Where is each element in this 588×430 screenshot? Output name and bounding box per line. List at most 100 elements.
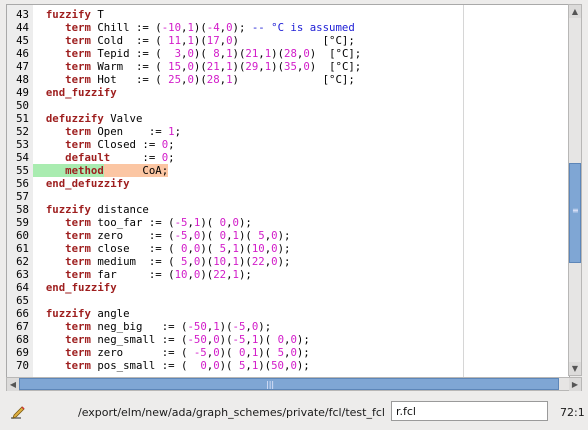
number-literal: 10: [251, 242, 265, 255]
keyword: term: [33, 320, 91, 333]
code-text: term medium := ( 5,0)(10,1)(22,0);: [33, 255, 290, 268]
code-token: ;: [174, 125, 182, 138]
code-token: Open :=: [90, 125, 169, 138]
line-number: 46: [16, 47, 29, 60]
code-token: ) [°C];: [232, 73, 355, 86]
line-number: 51: [16, 112, 29, 125]
code-token: )(: [238, 242, 252, 255]
keyword: term: [33, 73, 91, 86]
status-bar: /export/elm/new/ada/graph_schemes/privat…: [0, 396, 588, 430]
vertical-scrollbar[interactable]: ▲ ≡ ▼: [568, 4, 582, 376]
line-number: 63: [16, 268, 29, 281]
code-token: );: [277, 255, 291, 268]
keyword: term: [33, 255, 91, 268]
code-token: ;: [168, 151, 175, 164]
code-token: far := (: [90, 268, 175, 281]
number-literal: -50: [187, 333, 207, 346]
code-token: );: [238, 216, 252, 229]
line-number: 50: [16, 99, 29, 112]
horizontal-scroll-thumb[interactable]: |||: [19, 378, 559, 390]
line-number: 44: [16, 21, 29, 34]
line-number: 58: [16, 203, 29, 216]
code-editor[interactable]: 43 fuzzify T 44 term Chill := (-10,1)(-4,…: [6, 4, 570, 378]
keyword: fuzzify: [33, 8, 91, 21]
keyword: end_fuzzify: [33, 86, 117, 99]
keyword: term: [33, 47, 91, 60]
code-token: :=: [110, 151, 162, 164]
arrow-down-icon[interactable]: ▼: [569, 362, 581, 375]
code-text: term pos_small := ( 0,0)( 5,1)(50,0);: [33, 359, 310, 372]
code-token: )(: [271, 47, 285, 60]
grip-icon: |||: [266, 380, 275, 389]
keyword: fuzzify: [33, 203, 91, 216]
line-number: 59: [16, 216, 29, 229]
arrow-left-icon[interactable]: ◀: [7, 378, 19, 391]
keyword: fuzzify: [33, 307, 91, 320]
code-token: ;: [168, 138, 175, 151]
code-token: )(: [219, 320, 233, 333]
line-number: 67: [16, 320, 29, 333]
code-token: )(: [200, 229, 220, 242]
edit-pencil-icon[interactable]: [10, 404, 26, 420]
code-token: angle: [90, 307, 130, 320]
code-token: )(: [219, 333, 233, 346]
code-token: )(: [200, 268, 214, 281]
code-token: Closed :=: [90, 138, 162, 151]
arrow-right-icon[interactable]: ▶: [569, 378, 581, 391]
line-number: 54: [16, 151, 29, 164]
keyword: term: [33, 138, 91, 151]
code-text: term zero := (-5,0)( 0,1)( 5,0);: [33, 229, 290, 242]
line-number: 56: [16, 177, 29, 190]
code-text: end_fuzzify: [33, 281, 117, 294]
number-literal: -4: [206, 21, 220, 34]
cursor-position: 72:1: [560, 406, 585, 419]
code-text: term neg_small := (-50,0)(-5,1)( 0,0);: [33, 333, 310, 346]
code-text: term far := (10,0)(22,1);: [33, 268, 252, 281]
number-literal: -5: [232, 333, 246, 346]
code-token: )(: [193, 60, 207, 73]
line-number: 45: [16, 34, 29, 47]
code-text: term Warm := ( 15,0)(21,1)(29,1)(35,0) […: [33, 60, 361, 73]
code-token: CoA;: [103, 164, 169, 177]
code-text: term Closed := 0;: [33, 138, 175, 151]
code-text: fuzzify T: [33, 8, 104, 21]
code-text: defuzzify Valve: [33, 112, 143, 125]
number-literal: -5: [174, 216, 188, 229]
number-literal: -10: [161, 21, 182, 34]
line-number: 49: [16, 86, 29, 99]
line-number: 52: [16, 125, 29, 138]
code-token: ) [°C];: [232, 34, 355, 47]
code-text: term too_far := (-5,1)( 0,0);: [33, 216, 252, 229]
code-token: )(: [232, 47, 246, 60]
vertical-scroll-thumb[interactable]: ≡: [569, 163, 581, 263]
code-token: )(: [200, 255, 214, 268]
number-literal: 21: [206, 60, 220, 73]
code-token: )(: [258, 359, 272, 372]
file-path-label: /export/elm/new/ada/graph_schemes/privat…: [78, 406, 385, 419]
line-number: 53: [16, 138, 29, 151]
code-token: neg_big := (: [90, 320, 188, 333]
number-literal: 17: [206, 34, 220, 47]
horizontal-scrollbar[interactable]: ◀ ||| ▶: [6, 377, 582, 391]
number-literal: 50: [271, 359, 284, 372]
line-number: 61: [16, 242, 29, 255]
code-token: )(: [271, 60, 285, 73]
code-token: );: [238, 268, 252, 281]
keyword: term: [33, 21, 91, 34]
code-token: );: [296, 359, 310, 372]
code-token: medium := (: [90, 255, 182, 268]
code-text: term neg_big := (-50,1)(-5,0);: [33, 320, 271, 333]
code-text: end_defuzzify: [33, 177, 130, 190]
arrow-up-icon[interactable]: ▲: [569, 5, 581, 18]
number-literal: 28: [206, 73, 220, 86]
line-number: 57: [16, 190, 29, 203]
code-token: Warm := (: [90, 60, 169, 73]
line-number: 43: [16, 8, 29, 21]
file-name-input[interactable]: [391, 401, 548, 421]
keyword: term: [33, 125, 91, 138]
code-token: ) [°C];: [309, 47, 362, 60]
code-text: fuzzify distance: [33, 203, 149, 216]
keyword: end_defuzzify: [33, 177, 130, 190]
keyword: term: [33, 346, 91, 359]
code-text: term Chill := (-10,1)(-4,0); -- °C is as…: [33, 21, 355, 34]
